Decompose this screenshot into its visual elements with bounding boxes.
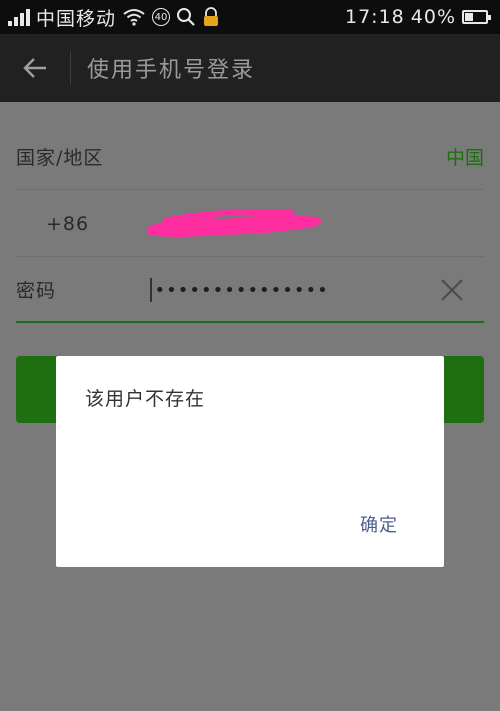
search-icon [176, 7, 196, 27]
title-bar: 使用手机号登录 [0, 34, 500, 102]
redacted-phone-number [146, 209, 322, 237]
country-code: +86 [46, 212, 90, 235]
clock: 17:18 [345, 6, 405, 28]
clear-icon[interactable] [438, 276, 466, 304]
arrow-left-icon [23, 58, 46, 78]
lock-icon [202, 7, 220, 27]
password-value: ••••••••••••••• [154, 279, 329, 301]
country-row[interactable]: 国家/地区 中国 [16, 124, 484, 190]
password-input[interactable]: ••••••••••••••• [150, 257, 430, 323]
back-button[interactable] [0, 34, 70, 102]
network-badge: 40 [152, 8, 171, 26]
wifi-icon [122, 8, 146, 26]
text-caret [150, 278, 152, 302]
country-label: 国家/地区 [16, 147, 104, 169]
password-label: 密码 [16, 279, 57, 302]
dialog-message: 该用户不存在 [85, 388, 206, 410]
title-divider [70, 51, 71, 85]
country-value: 中国 [445, 147, 484, 169]
alert-dialog: 该用户不存在 确定 [56, 356, 444, 567]
battery-icon [462, 10, 491, 24]
page-title: 使用手机号登录 [87, 58, 256, 83]
dialog-ok-button[interactable]: 确定 [360, 511, 398, 537]
carrier-name: 中国移动 [36, 7, 117, 30]
battery-percent: 40% [410, 6, 456, 28]
signal-icon [8, 8, 30, 26]
password-row: 密码 ••••••••••••••• [16, 257, 484, 323]
status-bar: 中国移动 40 17:18 40% [0, 0, 500, 34]
phone-row[interactable]: +86 [16, 191, 484, 257]
